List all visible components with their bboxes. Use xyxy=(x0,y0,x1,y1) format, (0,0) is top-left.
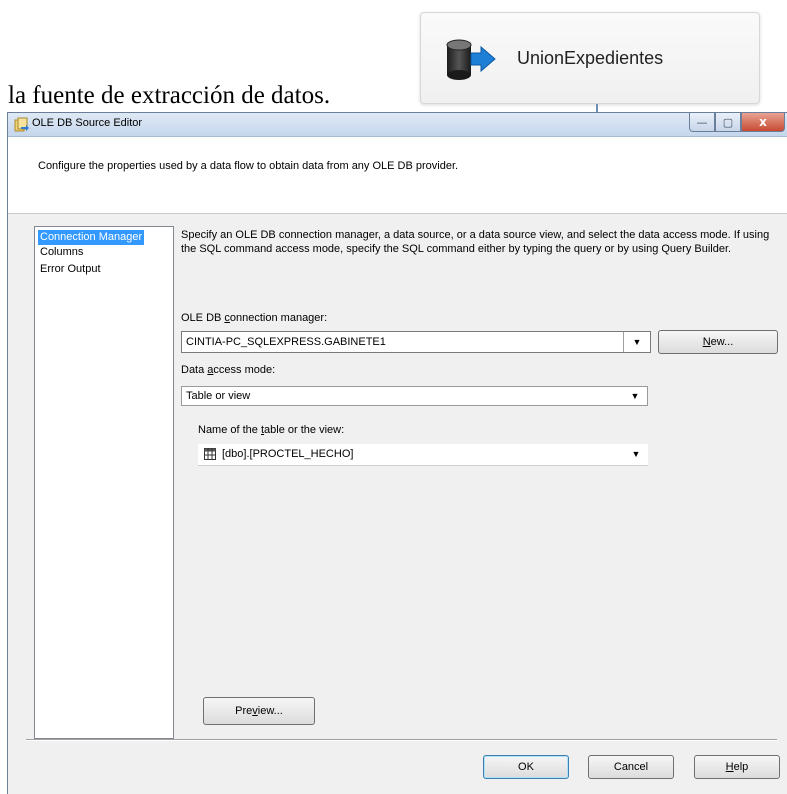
chevron-down-icon[interactable]: ▼ xyxy=(623,387,647,405)
table-name-select[interactable]: [dbo].[PROCTEL_HECHO] ▼ xyxy=(198,444,648,466)
help-button[interactable]: Help xyxy=(694,755,780,779)
connection-manager-select[interactable]: CINTIA-PC_SQLEXPRESS.GABINETE1 ▼ xyxy=(181,331,651,353)
connector-line xyxy=(596,104,598,112)
preview-button[interactable]: Pre v iew... xyxy=(203,697,315,725)
dialog-title: OLE DB Source Editor xyxy=(32,117,143,129)
ssis-editor-icon xyxy=(14,117,29,132)
minimize-icon: — xyxy=(696,115,708,129)
ole-db-source-editor-dialog: OLE DB Source Editor — ▢ x Configure the… xyxy=(7,112,787,794)
nav-item-connection-manager[interactable]: Connection Manager xyxy=(38,230,145,245)
new-connection-button[interactable]: New... xyxy=(658,330,778,354)
chevron-down-icon[interactable]: ▼ xyxy=(623,332,650,352)
maximize-button[interactable]: ▢ xyxy=(715,113,741,132)
connection-manager-label: OLE DB connection manager: xyxy=(181,312,328,324)
table-name-value: [dbo].[PROCTEL_HECHO] xyxy=(222,448,354,460)
maximize-icon: ▢ xyxy=(722,115,734,129)
chevron-down-icon[interactable]: ▼ xyxy=(624,444,648,464)
table-name-label: Name of the table or the view: xyxy=(198,424,345,436)
document-text: la fuente de extracción de datos. xyxy=(8,82,331,109)
nav-item-columns[interactable]: Columns xyxy=(38,245,85,260)
ok-button[interactable]: OK xyxy=(483,755,569,779)
database-source-icon xyxy=(446,39,496,80)
header-description: Configure the properties used by a data … xyxy=(38,160,459,172)
data-flow-component[interactable]: UnionExpedientes xyxy=(420,12,760,104)
close-button[interactable]: x xyxy=(741,113,785,132)
close-icon: x xyxy=(759,115,767,129)
title-bar[interactable]: OLE DB Source Editor — ▢ x xyxy=(8,113,787,137)
data-access-mode-label: Data access mode: xyxy=(181,364,276,376)
cancel-button[interactable]: Cancel xyxy=(588,755,674,779)
data-access-mode-value: Table or view xyxy=(186,390,251,402)
footer-divider xyxy=(26,739,777,740)
window-controls: — ▢ x xyxy=(689,113,785,132)
component-label: UnionExpedientes xyxy=(517,48,664,68)
page-nav-list: Connection Manager Columns Error Output xyxy=(34,226,174,739)
connection-manager-value: CINTIA-PC_SQLEXPRESS.GABINETE1 xyxy=(186,336,386,348)
minimize-button[interactable]: — xyxy=(689,113,715,132)
data-access-mode-select[interactable]: Table or view ▼ xyxy=(181,386,648,406)
table-grid-icon xyxy=(204,448,216,460)
header-divider xyxy=(8,213,787,214)
nav-item-error-output[interactable]: Error Output xyxy=(38,262,103,277)
page-description: Specify an OLE DB connection manager, a … xyxy=(181,229,770,255)
dialog-header: Configure the properties used by a data … xyxy=(8,137,787,213)
